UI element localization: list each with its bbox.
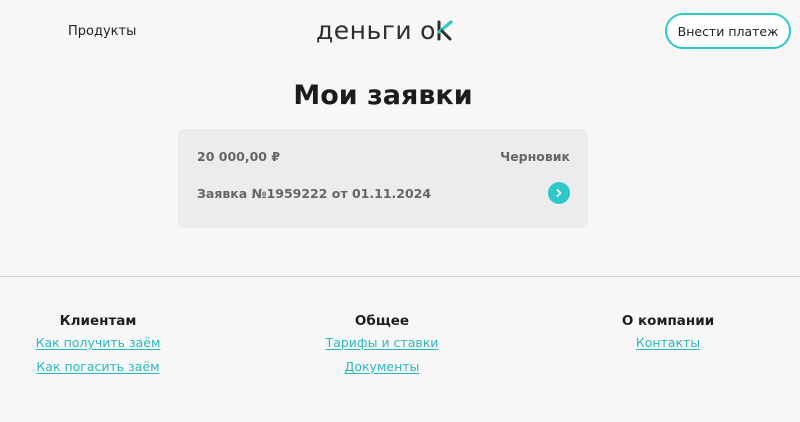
- footer-column-clients: Клиентам Как получить заём Как погасить …: [28, 313, 168, 383]
- logo-text: деньги: [316, 15, 413, 45]
- page: Продукты деньги o Внести платеж Мои заяв…: [0, 0, 800, 422]
- chevron-right-icon: [556, 189, 562, 197]
- footer-column-general: Общее Тарифы и ставки Документы: [312, 313, 452, 383]
- application-number: Заявка №1959222 от 01.11.2024: [197, 186, 432, 201]
- application-card[interactable]: 20 000,00 ₽ Черновик Заявка №1959222 от …: [178, 129, 588, 228]
- footer-heading-clients: Клиентам: [59, 313, 137, 329]
- footer-link-how-to-repay-loan[interactable]: Как погасить заём: [28, 359, 168, 374]
- application-amount: 20 000,00 ₽: [197, 149, 281, 164]
- footer-link-contacts[interactable]: Контакты: [598, 335, 738, 350]
- logo-ok: o: [420, 16, 454, 45]
- logo[interactable]: деньги o: [316, 12, 454, 48]
- footer-link-tariffs[interactable]: Тарифы и ставки: [312, 335, 452, 350]
- logo-k-mark-icon: [437, 20, 454, 41]
- make-payment-button[interactable]: Внести платеж: [665, 13, 791, 49]
- footer-column-company: О компании Контакты: [598, 313, 738, 359]
- nav-products-link[interactable]: Продукты: [68, 24, 136, 39]
- footer-divider: [0, 276, 800, 277]
- footer-link-how-to-get-loan[interactable]: Как получить заём: [28, 335, 168, 350]
- page-title: Мои заявки: [293, 80, 473, 111]
- footer-heading-company: О компании: [621, 313, 715, 329]
- footer-link-documents[interactable]: Документы: [312, 359, 452, 374]
- open-application-button[interactable]: [548, 182, 570, 204]
- application-status: Черновик: [500, 149, 570, 164]
- logo-ok-o: o: [420, 15, 436, 45]
- footer-heading-general: Общее: [354, 313, 410, 329]
